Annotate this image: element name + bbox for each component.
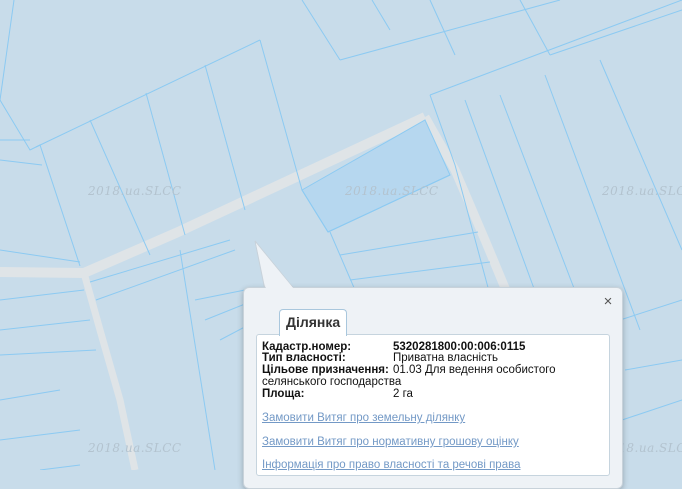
field-label: Цільове призначення: xyxy=(262,364,389,376)
field-label: Тип власності: xyxy=(262,352,346,364)
tab-parcel[interactable]: Ділянка xyxy=(279,309,348,336)
field-label: Площа: xyxy=(262,388,305,400)
field-value: 2 га xyxy=(393,388,413,400)
field-value-continued: селянського господарства xyxy=(262,376,402,388)
order-land-extract-link[interactable]: Замовити Витяг про земельну ділянку xyxy=(262,412,465,424)
field-value: Приватна власність xyxy=(393,352,499,364)
close-icon[interactable]: × xyxy=(600,294,616,310)
order-valuation-extract-link[interactable]: Замовити Витяг про нормативну грошову оц… xyxy=(262,436,519,448)
ownership-rights-info-link[interactable]: Інформація про право власності та речові… xyxy=(262,459,520,471)
field-value: 01.03 Для ведення особистого xyxy=(393,364,556,376)
